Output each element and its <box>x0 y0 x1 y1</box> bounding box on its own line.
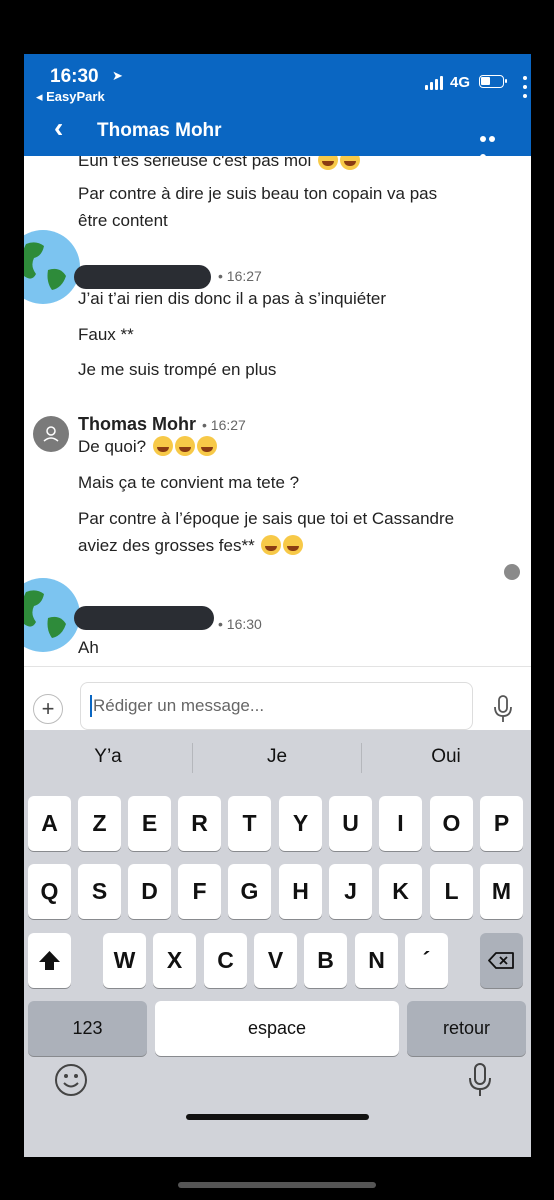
key-r[interactable]: R <box>178 796 221 851</box>
globe-avatar-icon[interactable] <box>24 578 80 652</box>
key-z[interactable]: Z <box>78 796 121 851</box>
suggestion-item[interactable]: Oui <box>362 746 530 768</box>
microphone-icon[interactable] <box>492 694 514 724</box>
key-v[interactable]: V <box>254 933 297 988</box>
message-text: Faux ** <box>78 325 134 344</box>
key-k[interactable]: K <box>379 864 422 919</box>
laughing-emoji-icon <box>196 436 217 456</box>
key-m[interactable]: M <box>480 864 523 919</box>
key-u[interactable]: U <box>329 796 372 851</box>
key-q[interactable]: Q <box>28 864 71 919</box>
more-options-button[interactable] <box>480 129 506 160</box>
vertical-dots-icon <box>523 76 527 104</box>
key-f[interactable]: F <box>178 864 221 919</box>
message-text: Eun t'es sérieuse c'est pas moi <box>78 156 361 174</box>
key-accent[interactable]: ´ <box>405 933 448 988</box>
key-n[interactable]: N <box>355 933 398 988</box>
suggestion-item[interactable]: Je <box>193 746 361 768</box>
key-t[interactable]: T <box>228 796 271 851</box>
key-h[interactable]: H <box>279 864 322 919</box>
app-header: 16:30 ➤ ◂ EasyPark 4G ‹ Thomas Mohr <box>24 54 531 160</box>
message-text: Mais ça te convient ma tete ? <box>78 473 300 492</box>
key-c[interactable]: C <box>204 933 247 988</box>
key-e[interactable]: E <box>128 796 171 851</box>
message-input[interactable] <box>80 682 473 730</box>
sender-name[interactable]: Thomas Mohr <box>78 414 196 435</box>
status-time: 16:30 <box>50 66 99 87</box>
message-text: Ah <box>78 638 99 657</box>
message-text: Je me suis trompé en plus <box>78 360 277 379</box>
key-p[interactable]: P <box>480 796 523 851</box>
key-w[interactable]: W <box>103 933 146 988</box>
return-key[interactable]: retour <box>407 1001 526 1056</box>
message-timestamp: • 16:27 <box>218 268 262 284</box>
onscreen-keyboard: Y’a Je Oui A Z E R T Y U I O P Q S D F G… <box>24 730 531 1157</box>
key-b[interactable]: B <box>304 933 347 988</box>
key-a[interactable]: A <box>28 796 71 851</box>
laughing-emoji-icon <box>174 436 195 456</box>
laughing-emoji-icon <box>318 156 339 170</box>
user-avatar-icon[interactable] <box>33 416 69 452</box>
key-j[interactable]: J <box>329 864 372 919</box>
message-list[interactable]: Eun t'es sérieuse c'est pas moi Par cont… <box>24 156 531 665</box>
backspace-icon <box>488 952 514 969</box>
key-g[interactable]: G <box>228 864 271 919</box>
key-s[interactable]: S <box>78 864 121 919</box>
key-y[interactable]: Y <box>279 796 322 851</box>
network-type: 4G <box>450 74 471 91</box>
location-arrow-icon: ➤ <box>112 68 123 83</box>
key-l[interactable]: L <box>430 864 473 919</box>
shift-arrow-icon <box>39 951 60 970</box>
redacted-sender-name <box>74 606 214 630</box>
conversation-title: Thomas Mohr <box>97 120 222 141</box>
message-text: J’ai t’ai rien dis donc il a pas à s’inq… <box>78 289 387 308</box>
seen-avatar-icon <box>504 564 520 580</box>
key-o[interactable]: O <box>430 796 473 851</box>
space-key[interactable]: espace <box>155 1001 399 1056</box>
delete-key[interactable] <box>480 933 523 988</box>
laughing-emoji-icon <box>283 535 304 555</box>
dictation-microphone-icon[interactable] <box>467 1062 493 1098</box>
key-d[interactable]: D <box>128 864 171 919</box>
laughing-emoji-icon <box>340 156 361 170</box>
message-timestamp: • 16:27 <box>202 417 246 433</box>
message-text: aviez des grosses fes** <box>78 533 304 559</box>
message-composer: + <box>24 666 531 731</box>
back-button[interactable]: ‹ <box>54 114 63 142</box>
key-i[interactable]: I <box>379 796 422 851</box>
message-timestamp: • 16:30 <box>218 616 262 632</box>
message-text: Par contre à dire je suis beau ton copai… <box>78 184 438 203</box>
battery-icon <box>479 75 507 88</box>
shift-key[interactable] <box>28 933 71 988</box>
key-x[interactable]: X <box>153 933 196 988</box>
outer-home-bar <box>178 1182 376 1188</box>
phone-screen: 16:30 ➤ ◂ EasyPark 4G ‹ Thomas Mohr Eun … <box>24 54 531 1157</box>
numbers-key[interactable]: 123 <box>28 1001 147 1056</box>
text-cursor <box>90 695 92 717</box>
home-indicator <box>186 1114 369 1120</box>
signal-icon <box>425 76 445 90</box>
laughing-emoji-icon <box>261 535 282 555</box>
message-text: Par contre à l’époque je sais que toi et… <box>78 509 455 528</box>
add-attachment-button[interactable]: + <box>33 694 63 724</box>
laughing-emoji-icon <box>152 436 173 456</box>
emoji-keyboard-icon[interactable] <box>54 1063 88 1097</box>
globe-avatar-icon[interactable] <box>24 230 80 304</box>
suggestion-item[interactable]: Y’a <box>24 746 192 768</box>
back-to-app-link[interactable]: ◂ EasyPark <box>36 89 105 105</box>
message-text: être content <box>78 211 168 230</box>
message-text: De quoi? <box>78 434 217 460</box>
